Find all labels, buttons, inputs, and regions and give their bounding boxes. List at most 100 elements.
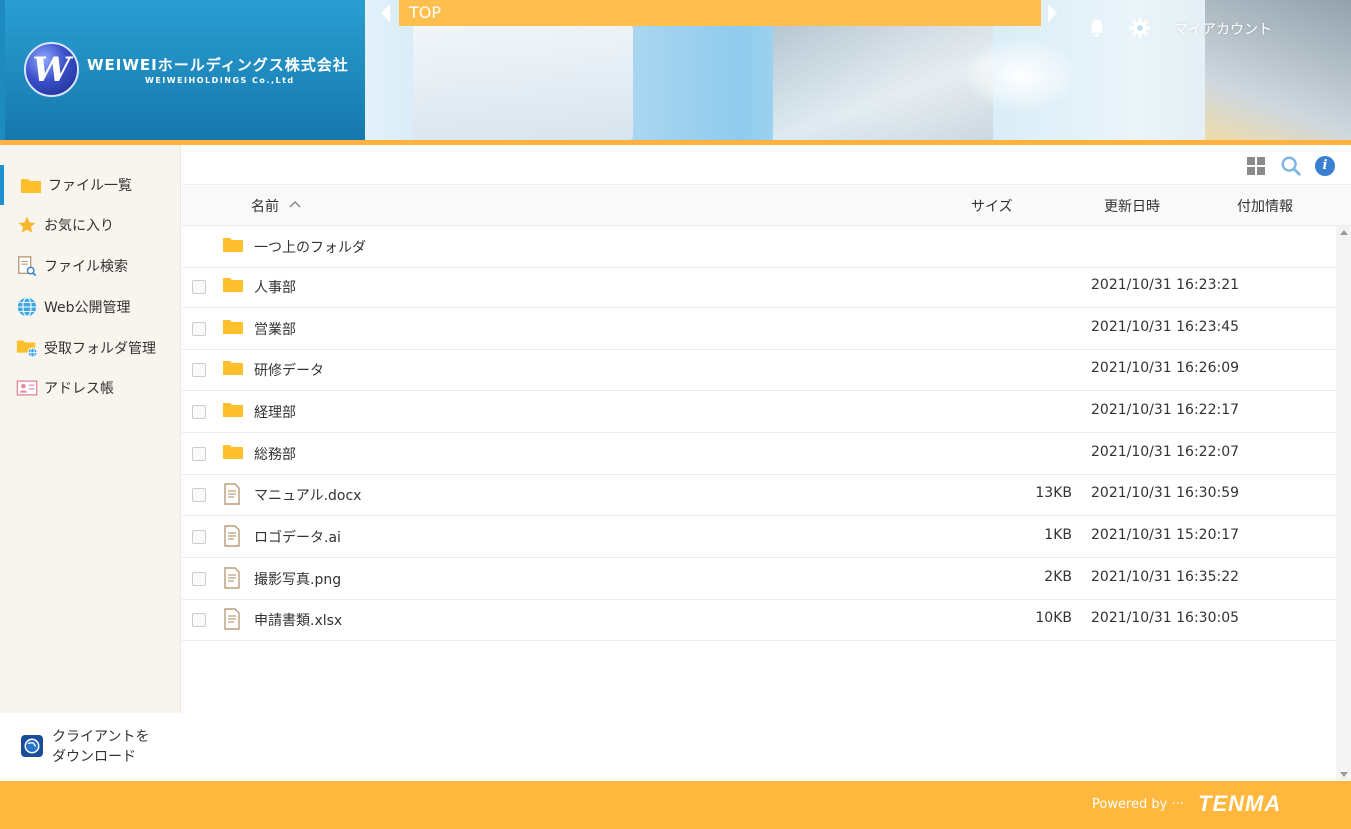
column-name[interactable]: 名前	[251, 196, 279, 216]
document-icon	[222, 483, 244, 505]
document-icon	[222, 567, 244, 589]
file-updated-date: 2021/10/31 16:23:21	[1091, 277, 1240, 293]
folder-row[interactable]: 営業部 2021/10/31 16:23:45	[182, 308, 1336, 350]
office-scene-image	[413, 25, 633, 140]
sidebar-item-label: ファイル検索	[44, 259, 128, 275]
sidebar-item-file-search[interactable]: ファイル検索	[0, 246, 181, 286]
my-account-link[interactable]: マイアカウント	[1174, 19, 1272, 39]
folder-row[interactable]: 総務部 2021/10/31 16:22:07	[182, 433, 1336, 475]
bell-icon[interactable]	[1086, 17, 1108, 39]
file-name[interactable]: 撮影写真.png	[254, 569, 341, 589]
file-size: 10KB	[1035, 610, 1072, 626]
file-name[interactable]: 申請書類.xlsx	[254, 610, 342, 630]
row-checkbox[interactable]	[192, 447, 206, 461]
row-checkbox[interactable]	[192, 280, 206, 294]
document-icon	[222, 608, 244, 630]
file-name[interactable]: マニュアル.docx	[254, 485, 361, 505]
file-search-icon	[16, 255, 38, 277]
scroll-down-arrow-icon[interactable]	[1340, 772, 1348, 777]
sidebar-item-file-list[interactable]: ファイル一覧	[0, 165, 181, 205]
file-size: 2KB	[1044, 569, 1072, 585]
file-name[interactable]: 研修データ	[254, 360, 324, 380]
sparkle-decoration	[965, 40, 1075, 110]
column-updated[interactable]: 更新日時	[1104, 196, 1160, 216]
row-checkbox[interactable]	[192, 530, 206, 544]
client-download-button[interactable]: クライアントを ダウンロード	[0, 713, 181, 781]
column-size[interactable]: サイズ	[971, 196, 1013, 216]
sidebar-item-receive-folder[interactable]: 受取フォルダ管理	[0, 328, 181, 368]
folder-icon	[222, 442, 244, 464]
company-name: WEIWEIホールディングス株式会社	[87, 56, 349, 74]
file-name[interactable]: 総務部	[254, 444, 296, 464]
globe-icon	[16, 296, 38, 318]
vertical-scrollbar[interactable]	[1336, 226, 1351, 781]
file-size: 1KB	[1044, 527, 1072, 543]
row-checkbox[interactable]	[192, 405, 206, 419]
folder-icon	[222, 400, 244, 422]
document-icon	[222, 525, 244, 547]
row-checkbox[interactable]	[192, 322, 206, 336]
sidebar-item-address-book[interactable]: アドレス帳	[0, 368, 181, 408]
breadcrumb[interactable]: TOP	[399, 0, 1041, 26]
download-label-line2: ダウンロード	[52, 749, 136, 765]
file-updated-date: 2021/10/31 16:30:59	[1091, 485, 1240, 501]
breadcrumb-next-arrow-icon[interactable]	[1048, 4, 1057, 22]
file-updated-date: 2021/10/31 15:20:17	[1091, 527, 1240, 543]
file-updated-date: 2021/10/31 16:22:07	[1091, 444, 1240, 460]
row-checkbox[interactable]	[192, 488, 206, 502]
address-card-icon	[16, 377, 38, 399]
file-updated-date: 2021/10/31 16:22:17	[1091, 402, 1240, 418]
logo-area[interactable]: W WEIWEIホールディングス株式会社 WEIWEIHOLDINGS Co.,…	[0, 0, 365, 140]
breadcrumb-top[interactable]: TOP	[409, 3, 441, 22]
row-checkbox[interactable]	[192, 613, 206, 627]
row-checkbox[interactable]	[192, 363, 206, 377]
folder-globe-icon	[16, 337, 38, 359]
file-size: 13KB	[1035, 485, 1072, 501]
file-updated-date: 2021/10/31 16:30:05	[1091, 610, 1240, 626]
breadcrumb-prev-arrow-icon[interactable]	[381, 4, 390, 22]
gear-icon[interactable]	[1129, 17, 1151, 39]
search-icon[interactable]	[1280, 155, 1302, 177]
folder-icon	[222, 358, 244, 380]
file-updated-date: 2021/10/31 16:23:45	[1091, 319, 1240, 335]
star-icon	[16, 214, 38, 236]
scroll-up-arrow-icon[interactable]	[1340, 230, 1348, 235]
folder-icon	[222, 275, 244, 297]
file-row[interactable]: ロゴデータ.ai 1KB 2021/10/31 15:20:17	[182, 516, 1336, 558]
folder-icon	[222, 317, 244, 339]
row-checkbox[interactable]	[192, 572, 206, 586]
sidebar-item-label: Web公開管理	[44, 300, 131, 316]
file-row[interactable]: 撮影写真.png 2KB 2021/10/31 16:35:22	[182, 558, 1336, 600]
file-name[interactable]: 一つ上のフォルダ	[254, 237, 366, 257]
folder-row[interactable]: 研修データ 2021/10/31 16:26:09	[182, 349, 1336, 391]
info-icon[interactable]: i	[1315, 156, 1335, 176]
sidebar-item-favorites[interactable]: お気に入り	[0, 205, 181, 245]
file-updated-date: 2021/10/31 16:35:22	[1091, 569, 1240, 585]
file-name[interactable]: 営業部	[254, 319, 296, 339]
designer-scene-image	[773, 20, 993, 140]
file-name[interactable]: 経理部	[254, 402, 296, 422]
sidebar-item-label: 受取フォルダ管理	[44, 341, 156, 357]
client-download-icon	[21, 735, 43, 757]
powered-by-text: Powered by ···	[1092, 797, 1184, 812]
file-name[interactable]: 人事部	[254, 277, 296, 297]
toolbar: i	[182, 145, 1351, 185]
file-name[interactable]: ロゴデータ.ai	[254, 527, 341, 547]
file-row[interactable]: 申請書類.xlsx 10KB 2021/10/31 16:30:05	[182, 599, 1336, 641]
download-label-line1: クライアントを	[52, 729, 150, 745]
tenma-logo: TENMA	[1198, 791, 1282, 816]
company-subtitle: WEIWEIHOLDINGS Co.,Ltd	[145, 76, 295, 85]
sort-ascending-icon[interactable]	[288, 199, 302, 209]
header: W WEIWEIホールディングス株式会社 WEIWEIHOLDINGS Co.,…	[0, 0, 1351, 140]
grid-view-icon[interactable]	[1247, 157, 1265, 175]
folder-icon	[222, 235, 244, 257]
file-row[interactable]: マニュアル.docx 13KB 2021/10/31 16:30:59	[182, 474, 1336, 516]
sidebar-item-label: ファイル一覧	[48, 178, 132, 194]
folder-row[interactable]: 経理部 2021/10/31 16:22:17	[182, 391, 1336, 433]
folder-row[interactable]: 人事部 2021/10/31 16:23:21	[182, 266, 1336, 308]
column-extra-info[interactable]: 付加情報	[1237, 196, 1293, 216]
file-updated-date: 2021/10/31 16:26:09	[1091, 360, 1240, 376]
folder-row[interactable]: 一つ上のフォルダ	[182, 226, 1336, 268]
sidebar-item-web-publish[interactable]: Web公開管理	[0, 287, 181, 327]
sidebar: ファイル一覧 お気に入り ファイル検索 Web公開管理 受取フォルダ管理 アドレ…	[0, 145, 181, 781]
